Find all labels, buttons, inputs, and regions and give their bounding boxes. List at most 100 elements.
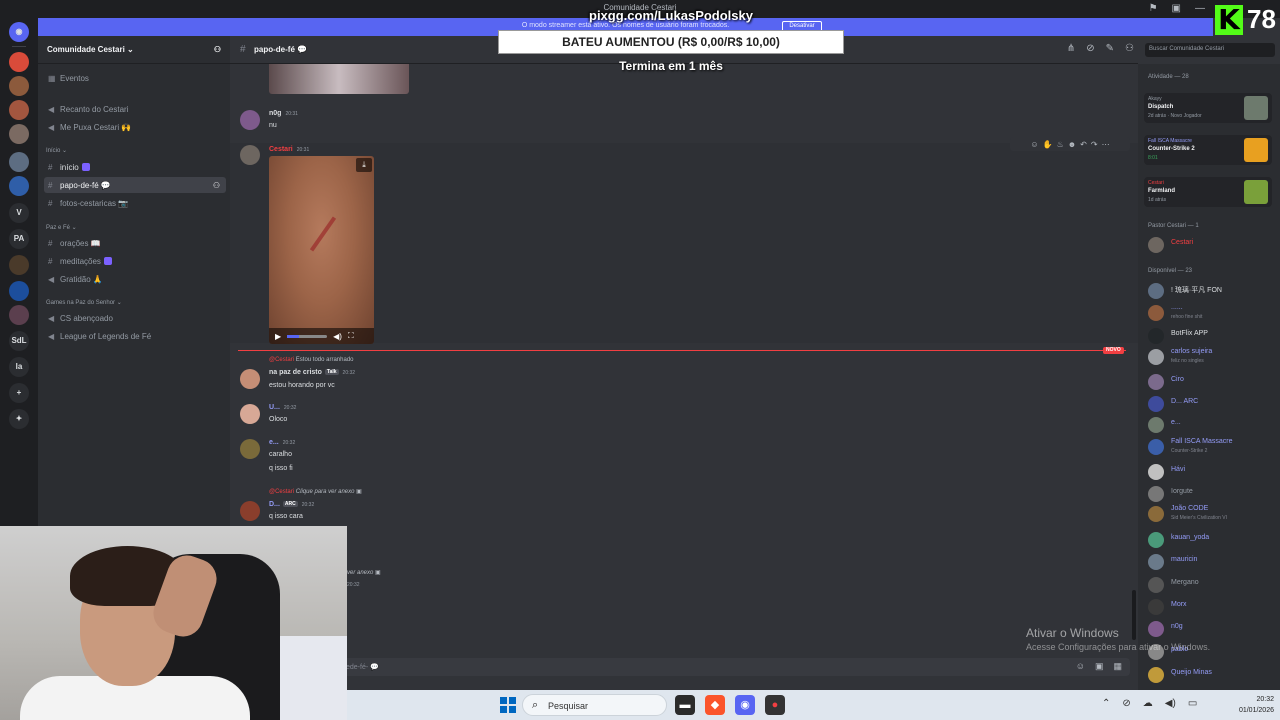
reaction-icon[interactable]: ♨ xyxy=(1057,140,1064,149)
channel-oracoes[interactable]: # orações 📖 xyxy=(44,235,226,251)
avatar[interactable] xyxy=(240,369,260,389)
reply-preview[interactable]: ver anexo ▣ xyxy=(347,569,381,576)
more-icon[interactable]: ⋯ xyxy=(1102,140,1110,149)
apps-icon[interactable]: ▦ xyxy=(1113,661,1122,672)
member-item[interactable]: ! 琉璃·平凡 FON xyxy=(1146,282,1276,300)
channel-fotos[interactable]: # fotos-cestaricas 📷 xyxy=(44,195,226,211)
reply-preview[interactable]: @Cestari Clique para ver anexo ▣ xyxy=(269,488,362,495)
activity-card[interactable]: Akayy Dispatch 2d atrás · Novo Jogador xyxy=(1144,93,1272,123)
volume-icon[interactable]: ◀) xyxy=(333,332,342,341)
member-item[interactable]: Mergano xyxy=(1146,576,1276,594)
download-icon[interactable]: ⤓ xyxy=(356,158,372,172)
battery-icon[interactable]: ▭ xyxy=(1188,698,1197,709)
server-icon[interactable] xyxy=(9,305,29,325)
reaction-icon[interactable]: ✋ xyxy=(1043,140,1053,149)
reply-preview[interactable]: @Cestari Estou todo arranhado xyxy=(269,357,354,363)
members-icon[interactable]: ⚇ xyxy=(1125,43,1134,54)
member-item[interactable]: BotFlix APP xyxy=(1146,327,1276,345)
member-item[interactable]: e... xyxy=(1146,416,1276,434)
explore-icon[interactable]: ✦ xyxy=(9,409,29,429)
brave-icon[interactable]: ◆ xyxy=(705,695,725,715)
member-item[interactable]: mauricin xyxy=(1146,553,1276,571)
voice-channel[interactable]: ◀ Recanto do Cestari xyxy=(44,101,226,117)
gift-icon[interactable]: ☺ xyxy=(1076,661,1085,672)
member-item[interactable]: carlos sujeira feliz no singles xyxy=(1146,348,1276,366)
search-input[interactable]: Buscar Comunidade Cestari xyxy=(1145,43,1275,57)
channel-inicio[interactable]: # início xyxy=(44,159,226,175)
member-item[interactable]: D... ARC xyxy=(1146,395,1276,413)
taskbar-search[interactable]: ⌕ Pesquisar xyxy=(522,694,667,716)
reaction-icon[interactable]: ☺ xyxy=(1030,140,1038,149)
network-icon[interactable]: ⊘ xyxy=(1122,698,1130,709)
category-label[interactable]: Início ⌄ xyxy=(46,147,67,154)
gif-icon[interactable]: ▣ xyxy=(1095,661,1104,672)
message-author[interactable]: Cestari 20:31 xyxy=(269,146,309,153)
channel-papo-de-fe[interactable]: # papo-de-fé 💬 ⚇ xyxy=(44,177,226,193)
pin-icon[interactable]: ✎ xyxy=(1106,43,1114,54)
message-composer[interactable]: ede-fé- 💬 ☺ ▣ ▦ xyxy=(240,658,1130,676)
play-icon[interactable]: ▶ xyxy=(275,332,281,341)
server-icon[interactable] xyxy=(9,255,29,275)
discord-icon[interactable]: ◉ xyxy=(735,695,755,715)
category-label[interactable]: Paz e Fé ⌄ xyxy=(46,224,77,231)
windows-start-icon[interactable] xyxy=(500,697,516,713)
voice-channel-lol[interactable]: ◀ League of Legends de Fé xyxy=(44,328,226,344)
reply-icon[interactable]: ↶ xyxy=(1080,140,1087,149)
video-seekbar[interactable] xyxy=(287,334,328,338)
avatar[interactable] xyxy=(240,439,260,459)
message-author[interactable]: na paz de cristo Talk 20:32 xyxy=(269,369,355,376)
server-icon[interactable] xyxy=(9,281,29,301)
add-member-icon[interactable]: ⚇ xyxy=(214,45,221,54)
member-item[interactable]: Queijo Minas xyxy=(1146,666,1276,684)
avatar[interactable] xyxy=(240,404,260,424)
member-item[interactable]: Cestari xyxy=(1146,236,1276,254)
avatar[interactable] xyxy=(240,145,260,165)
avatar[interactable] xyxy=(240,501,260,521)
member-item[interactable]: Ciro xyxy=(1146,373,1276,391)
taskbar-clock[interactable]: 20:32 01/01/2026 xyxy=(1224,694,1274,716)
server-icon[interactable] xyxy=(9,76,29,96)
threads-icon[interactable]: ⋔ xyxy=(1067,43,1075,54)
activity-card[interactable]: Cestari Farmland 1d atrás xyxy=(1144,177,1272,207)
add-server-icon[interactable]: + xyxy=(9,383,29,403)
cloud-icon[interactable]: ☁ xyxy=(1143,698,1153,709)
add-reaction-icon[interactable]: ☻ xyxy=(1068,140,1076,149)
add-member-icon[interactable]: ⚇ xyxy=(213,181,220,190)
activity-card[interactable]: Fall ISCA Massacre Counter-Strike 2 8:01 xyxy=(1144,135,1272,165)
member-item[interactable]: Morx xyxy=(1146,598,1276,616)
server-icon[interactable] xyxy=(9,124,29,144)
server-pa[interactable]: PA xyxy=(9,229,29,249)
server-icon[interactable] xyxy=(9,176,29,196)
video-attachment[interactable]: ⤓ ▶ ◀) ⛶ xyxy=(269,156,374,344)
voice-channel-cs[interactable]: ◀ CS abençoado xyxy=(44,310,226,326)
message-author[interactable]: U... 20:32 xyxy=(269,404,296,411)
member-item[interactable]: João CODE Sid Meier's Civilization VI xyxy=(1146,505,1276,523)
discord-home-icon[interactable]: ◉ xyxy=(9,22,29,42)
server-v[interactable]: V xyxy=(9,203,29,223)
member-item[interactable]: kauan_yoda xyxy=(1146,531,1276,549)
file-explorer-icon[interactable]: ▬ xyxy=(675,695,695,715)
category-label[interactable]: Games na Paz do Senhor ⌄ xyxy=(46,299,122,306)
message-author[interactable]: D... ARC 20:32 xyxy=(269,501,314,508)
chevron-up-icon[interactable]: ⌃ xyxy=(1102,698,1110,709)
member-item[interactable]: Fall ISCA Massacre Counter-Strike 2 xyxy=(1146,438,1276,456)
channel-gratidao[interactable]: ◀ Gratidão 🙏 xyxy=(44,271,226,287)
message-author[interactable]: n0g 20:31 xyxy=(269,110,298,117)
server-icon[interactable] xyxy=(9,100,29,120)
avatar[interactable] xyxy=(240,110,260,130)
message-author[interactable]: e... 20:32 xyxy=(269,439,295,446)
app-icon[interactable]: ● xyxy=(765,695,785,715)
server-la[interactable]: la xyxy=(9,357,29,377)
member-item[interactable]: ...... rehoo fine shit xyxy=(1146,304,1276,322)
volume-icon[interactable]: ◀) xyxy=(1165,698,1176,709)
server-sdl[interactable]: SdL xyxy=(9,331,29,351)
member-item[interactable]: Iorgute xyxy=(1146,485,1276,503)
channel-meditacoes[interactable]: # meditações xyxy=(44,253,226,269)
member-item[interactable]: Hávi xyxy=(1146,463,1276,481)
voice-channel[interactable]: ◀ Me Puxa Cestari 🙌 xyxy=(44,119,226,135)
fullscreen-icon[interactable]: ⛶ xyxy=(348,331,354,341)
member-name: kauan_yoda xyxy=(1171,534,1210,541)
server-icon[interactable] xyxy=(9,152,29,172)
mute-icon[interactable]: ⊘ xyxy=(1086,43,1094,54)
forward-icon[interactable]: ↷ xyxy=(1091,140,1098,149)
